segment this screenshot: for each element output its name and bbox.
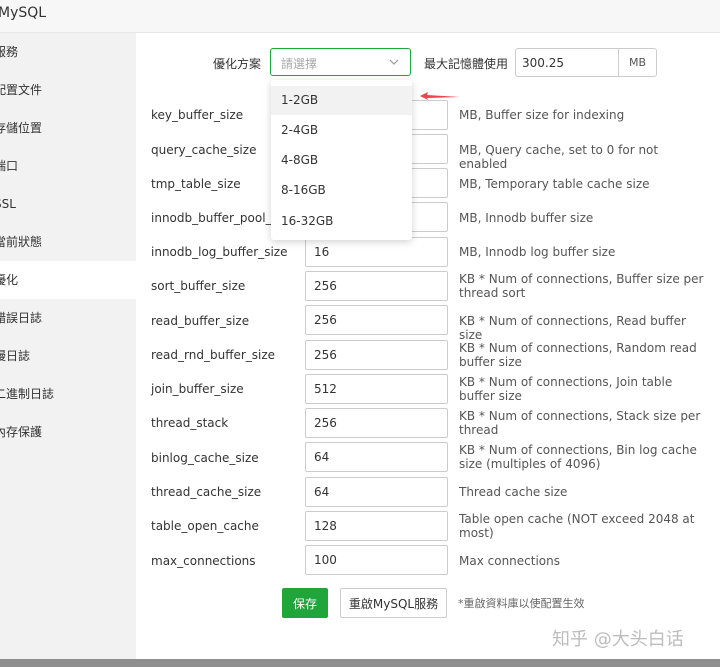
param-desc-read-rnd-buffer-size: KB * Num of connections, Random read buf… — [459, 341, 697, 369]
scheme-option-2-4gb[interactable]: 2-4GB — [271, 116, 412, 145]
max-memory-label: 最大記憶體使用 — [424, 57, 509, 71]
param-label-binlog-cache-size: binlog_cache_size — [151, 451, 259, 465]
sidebar-item-ssl[interactable]: SSL — [0, 185, 136, 223]
watermark: 知乎 @大头白话 — [552, 629, 684, 650]
scheme-label: 優化方案 — [213, 57, 262, 71]
param-label-thread-stack: thread_stack — [151, 416, 229, 430]
param-label-read-buffer-size: read_buffer_size — [151, 314, 250, 328]
param-desc-sort-buffer-size: KB * Num of connections, Buffer size per… — [459, 272, 704, 300]
param-label-max-connections: max_connections — [151, 554, 256, 568]
param-input-read-buffer-size[interactable] — [305, 305, 448, 335]
sidebar-item-current-status[interactable]: 當前狀態 — [0, 223, 136, 261]
sidebar-item-label: 配置文件 — [0, 83, 43, 97]
scheme-option-4-8gb[interactable]: 4-8GB — [271, 146, 412, 175]
scheme-option-8-16gb[interactable]: 8-16GB — [271, 176, 412, 205]
sidebar-item-label: 內存保護 — [0, 425, 43, 439]
param-desc-query-cache-size: MB, Query cache, set to 0 for not enable… — [459, 143, 659, 171]
param-input-max-connections[interactable] — [305, 545, 448, 575]
param-input-thread-stack[interactable] — [305, 408, 448, 438]
restart-mysql-button[interactable]: 重啟MySQL服務 — [340, 588, 447, 618]
param-input-thread-cache-size[interactable] — [305, 477, 448, 507]
param-desc-innodb-log-buffer-size: MB, Innodb log buffer size — [459, 245, 616, 259]
sidebar-item-label: 服務 — [0, 45, 19, 59]
sidebar-item-service[interactable]: 服務 — [0, 33, 136, 71]
param-desc-table-open-cache: Table open cache (NOT exceed 2048 at mos… — [459, 512, 695, 540]
param-input-sort-buffer-size[interactable] — [305, 271, 448, 301]
sidebar-item-storage-location[interactable]: 存儲位置 — [0, 109, 136, 147]
param-label-thread-cache-size: thread_cache_size — [151, 485, 262, 499]
param-label-innodb-log-buffer-size: innodb_log_buffer_size — [151, 245, 288, 259]
scheme-select-placeholder: 請選擇 — [281, 57, 318, 71]
param-desc-read-buffer-size: KB * Num of connections, Read buffer siz… — [459, 314, 686, 342]
sidebar-item-memory-protection[interactable]: 內存保護 — [0, 413, 136, 451]
window-title: MySQL — [0, 5, 47, 21]
save-button[interactable]: 保存 — [282, 588, 328, 618]
sidebar-item-config-file[interactable]: 配置文件 — [0, 71, 136, 109]
param-label-key-buffer-size: key_buffer_size — [151, 108, 244, 122]
param-input-innodb-log-buffer-size[interactable] — [305, 237, 448, 267]
sidebar-item-error-log[interactable]: 錯誤日誌 — [0, 299, 136, 337]
sidebar-item-label: 當前狀態 — [0, 235, 43, 249]
sidebar-item-optimize[interactable]: 優化 — [0, 261, 136, 299]
scheme-dropdown-menu: 1-2GB 2-4GB 4-8GB 8-16GB 16-32GB — [271, 80, 412, 240]
param-desc-tmp-table-size: MB, Temporary table cache size — [459, 177, 650, 191]
param-label-query-cache-size: query_cache_size — [151, 143, 257, 157]
param-label-sort-buffer-size: sort_buffer_size — [151, 279, 246, 293]
param-label-tmp-table-size: tmp_table_size — [151, 177, 241, 191]
sidebar-item-label: SSL — [0, 197, 16, 211]
param-desc-max-connections: Max connections — [459, 554, 560, 568]
param-desc-key-buffer-size: MB, Buffer size for indexing — [459, 108, 625, 122]
sidebar-item-binary-log[interactable]: 二進制日誌 — [0, 375, 136, 413]
sidebar-item-label: 存儲位置 — [0, 121, 43, 135]
sidebar-item-label: 錯誤日誌 — [0, 311, 43, 325]
sidebar-item-port[interactable]: 端口 — [0, 147, 136, 185]
scheme-option-1-2gb[interactable]: 1-2GB — [271, 86, 412, 115]
param-desc-innodb-buffer-pool-size: MB, Innodb buffer size — [459, 211, 594, 225]
sidebar-item-label: 二進制日誌 — [0, 387, 55, 401]
max-memory-unit: MB — [618, 48, 657, 77]
param-label-table-open-cache: table_open_cache — [151, 519, 259, 533]
chevron-down-icon — [388, 53, 400, 74]
sidebar-item-slow-log[interactable]: 慢日誌 — [0, 337, 136, 375]
bottom-scrollbar[interactable] — [0, 659, 720, 667]
scheme-select[interactable]: 請選擇 — [270, 48, 411, 76]
param-label-read-rnd-buffer-size: read_rnd_buffer_size — [151, 348, 276, 362]
param-input-join-buffer-size[interactable] — [305, 374, 448, 404]
sidebar: 服務 配置文件 存儲位置 端口 SSL 當前狀態 優化 錯誤日誌 慢日誌 二進制… — [0, 33, 136, 659]
sidebar-item-label: 慢日誌 — [0, 349, 31, 363]
param-input-table-open-cache[interactable] — [305, 511, 448, 541]
sidebar-item-label: 優化 — [0, 273, 19, 287]
param-desc-binlog-cache-size: KB * Num of connections, Bin log cache s… — [459, 443, 697, 471]
sidebar-item-label: 端口 — [0, 159, 19, 173]
param-desc-thread-cache-size: Thread cache size — [459, 485, 568, 499]
param-input-binlog-cache-size[interactable] — [305, 442, 448, 472]
param-input-read-rnd-buffer-size[interactable] — [305, 340, 448, 370]
annotation-arrow-icon — [420, 92, 460, 100]
param-desc-join-buffer-size: KB * Num of connections, Join table buff… — [459, 375, 673, 403]
window-titlebar: MySQL — [0, 0, 720, 33]
restart-note: *重啟資料庫以使配置生效 — [458, 597, 585, 610]
max-memory-input[interactable] — [515, 48, 619, 77]
scheme-option-16-32gb[interactable]: 16-32GB — [271, 207, 412, 236]
param-label-join-buffer-size: join_buffer_size — [151, 382, 244, 396]
param-desc-thread-stack: KB * Num of connections, Stack size per … — [459, 409, 701, 437]
